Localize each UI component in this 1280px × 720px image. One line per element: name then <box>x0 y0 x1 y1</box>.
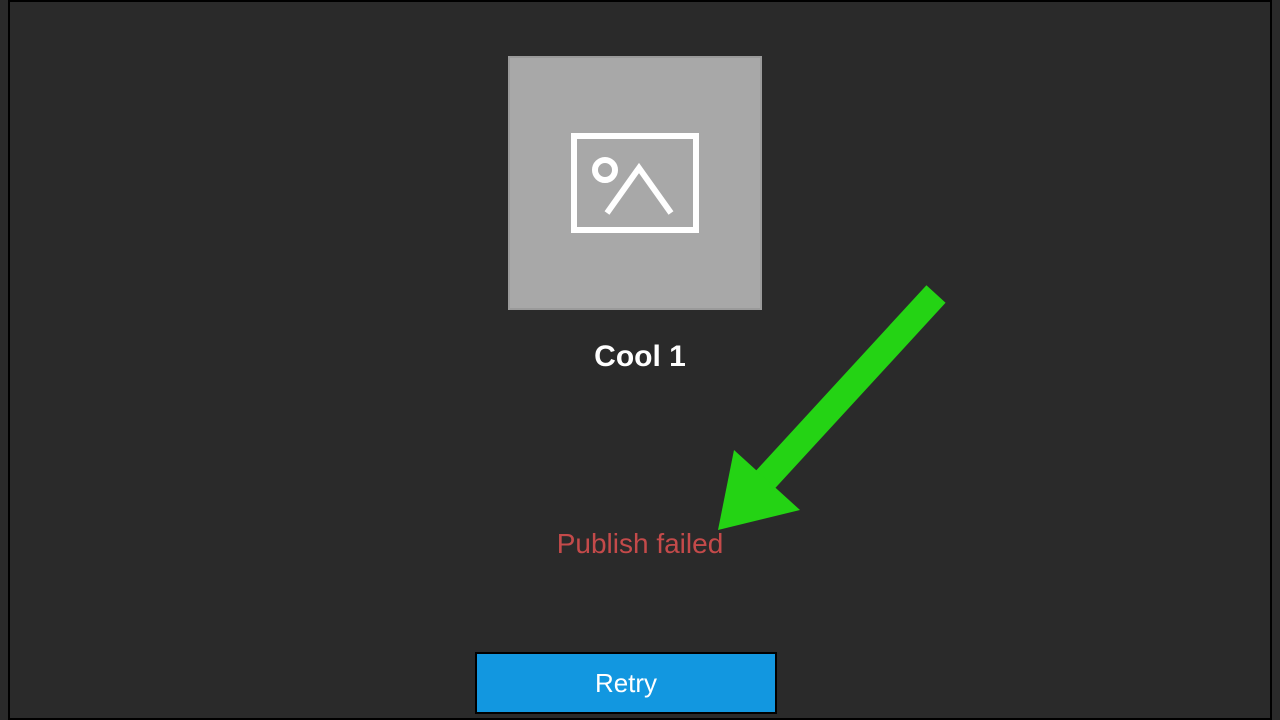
retry-button-label: Retry <box>595 668 657 699</box>
item-thumbnail[interactable] <box>508 56 762 310</box>
item-title: Cool 1 <box>0 340 1280 374</box>
retry-button[interactable]: Retry <box>475 652 777 714</box>
publish-status-message: Publish failed <box>0 528 1280 560</box>
annotation-arrow-icon <box>704 282 964 542</box>
image-placeholder-icon <box>571 133 699 233</box>
